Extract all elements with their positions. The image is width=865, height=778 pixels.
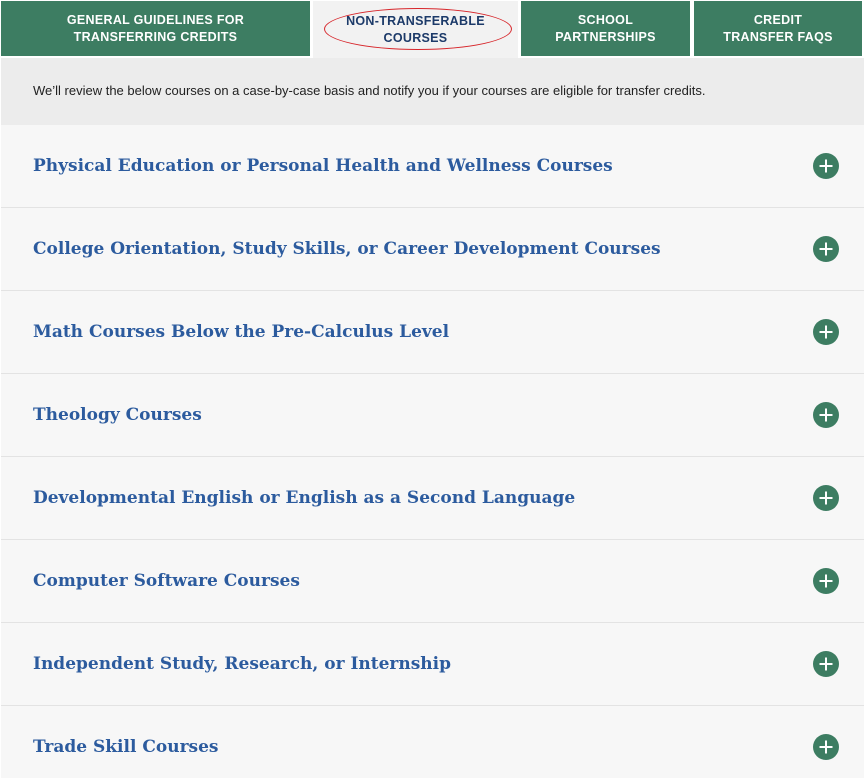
accordion-item-title[interactable]: Math Courses Below the Pre-Calculus Leve… xyxy=(33,320,449,344)
tab-label-line1: CREDIT xyxy=(753,12,803,27)
accordion-item-title[interactable]: College Orientation, Study Skills, or Ca… xyxy=(33,237,661,261)
tab-non-transferable-courses[interactable]: NON-TRANSFERABLE COURSES xyxy=(313,1,518,58)
accordion-item-title[interactable]: Developmental English or English as a Se… xyxy=(33,486,575,510)
page-frame: GENERAL GUIDELINES FOR TRANSFERRING CRED… xyxy=(0,0,865,778)
accordion-item[interactable]: Developmental English or English as a Se… xyxy=(1,457,864,540)
tab-label-line1: SCHOOL xyxy=(577,12,634,27)
accordion-item-title[interactable]: Theology Courses xyxy=(33,403,202,427)
accordion-item[interactable]: Physical Education or Personal Health an… xyxy=(1,125,864,208)
accordion-item[interactable]: College Orientation, Study Skills, or Ca… xyxy=(1,208,864,291)
tab-label-line1: GENERAL GUIDELINES FOR xyxy=(66,12,245,27)
tab-credit-transfer-faqs[interactable]: CREDIT TRANSFER FAQS xyxy=(694,1,862,56)
tab-label-line2: TRANSFERRING CREDITS xyxy=(73,29,238,44)
tab-bar: GENERAL GUIDELINES FOR TRANSFERRING CRED… xyxy=(0,0,865,58)
plus-circle-icon[interactable] xyxy=(813,485,839,511)
plus-circle-icon[interactable] xyxy=(813,568,839,594)
tab-label-line1: NON-TRANSFERABLE xyxy=(346,13,485,28)
accordion-item-title[interactable]: Trade Skill Courses xyxy=(33,735,219,759)
plus-circle-icon[interactable] xyxy=(813,734,839,760)
tab-label-line2: PARTNERSHIPS xyxy=(555,29,656,44)
tab-general-guidelines[interactable]: GENERAL GUIDELINES FOR TRANSFERRING CRED… xyxy=(1,1,310,56)
plus-circle-icon[interactable] xyxy=(813,236,839,262)
accordion-item-title[interactable]: Independent Study, Research, or Internsh… xyxy=(33,652,451,676)
accordion-item[interactable]: Independent Study, Research, or Internsh… xyxy=(1,623,864,706)
intro-text: We’ll review the below courses on a case… xyxy=(33,83,706,98)
tab-label-line2: TRANSFER FAQS xyxy=(723,29,833,44)
tab-school-partnerships[interactable]: SCHOOL PARTNERSHIPS xyxy=(521,1,690,56)
accordion-item[interactable]: Computer Software Courses xyxy=(1,540,864,623)
accordion-item[interactable]: Theology Courses xyxy=(1,374,864,457)
tab-label-line2: COURSES xyxy=(383,30,448,45)
accordion-item[interactable]: Trade Skill Courses xyxy=(1,706,864,778)
plus-circle-icon[interactable] xyxy=(813,153,839,179)
accordion-item[interactable]: Math Courses Below the Pre-Calculus Leve… xyxy=(1,291,864,374)
accordion-item-title[interactable]: Computer Software Courses xyxy=(33,569,300,593)
accordion-item-title[interactable]: Physical Education or Personal Health an… xyxy=(33,154,613,178)
intro-banner: We’ll review the below courses on a case… xyxy=(1,58,864,125)
plus-circle-icon[interactable] xyxy=(813,402,839,428)
plus-circle-icon[interactable] xyxy=(813,651,839,677)
course-accordion-list: Physical Education or Personal Health an… xyxy=(1,125,864,778)
plus-circle-icon[interactable] xyxy=(813,319,839,345)
